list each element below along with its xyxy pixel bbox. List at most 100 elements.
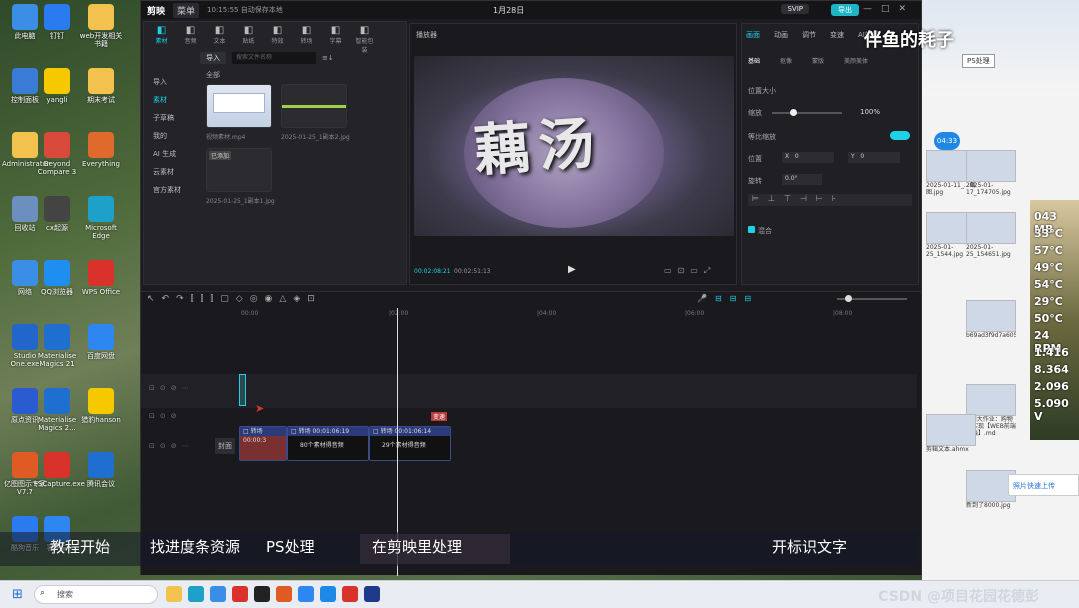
taskbar-app-icon[interactable]: [364, 586, 380, 602]
effects-icon: ◧: [272, 25, 283, 36]
zoom-slider[interactable]: [837, 295, 907, 302]
media-thumb-2[interactable]: [281, 84, 347, 128]
inspector-subtab[interactable]: 抠像: [780, 56, 792, 65]
window-controls[interactable]: —□✕: [863, 4, 915, 14]
windows-start-icon[interactable]: ⊞: [12, 587, 23, 602]
video-preview[interactable]: 藕汤: [414, 56, 734, 236]
desktop-icon[interactable]: 期末考试: [78, 68, 124, 104]
align-controls[interactable]: ⊨⊥⊤⊣⊢⊦: [748, 194, 912, 206]
sidebar-item[interactable]: 素材: [148, 92, 196, 109]
desktop-icon[interactable]: Materialise Magics 21: [34, 324, 80, 368]
rotate-field[interactable]: 0.0°: [782, 174, 822, 185]
sidebar-item[interactable]: 云素材: [148, 164, 196, 181]
timeline-snap-controls[interactable]: 🎤⊟⊟⊟: [697, 294, 759, 303]
import-button[interactable]: 导入: [200, 52, 226, 64]
mix-checkbox[interactable]: [748, 226, 755, 233]
menu-button[interactable]: 菜单: [173, 2, 200, 18]
file-item[interactable]: 2025-01-17_174705.jpg: [966, 150, 1016, 204]
ruler-tick: |02:00: [389, 310, 409, 317]
x-field[interactable]: X 0: [782, 152, 834, 163]
inspector-tab[interactable]: 调节: [802, 30, 816, 40]
sidebar-item[interactable]: 子草稿: [148, 110, 196, 127]
text-clip[interactable]: [239, 374, 246, 406]
export-button[interactable]: 导出: [831, 4, 859, 16]
caption-icon: ◧: [330, 25, 341, 36]
inspector-subtab[interactable]: 基础: [748, 56, 760, 65]
player-title: 播放器: [416, 31, 437, 39]
taskbar-app-icon[interactable]: [254, 586, 270, 602]
track-controls-3[interactable]: ⊡⊙⊘⋯: [149, 442, 194, 450]
desktop-icon[interactable]: FSCapture.exe: [34, 452, 85, 488]
upload-button[interactable]: 照片快速上传: [1008, 474, 1079, 496]
sidebar-item[interactable]: 官方素材: [148, 182, 196, 199]
desktop-icon[interactable]: QQ浏览器: [34, 260, 80, 296]
tab-media[interactable]: ◧ 素材: [150, 25, 173, 54]
taskbar-search[interactable]: 搜索: [34, 585, 158, 604]
search-icon: ⌕: [40, 588, 46, 598]
cloud-icon: [88, 324, 114, 350]
video-clip-3[interactable]: □ 转场 00:01:06:14 29个素材得音频: [369, 426, 451, 461]
inspector-tab[interactable]: 动画: [774, 30, 788, 40]
tab-transition[interactable]: ◧ 转场: [295, 25, 318, 54]
desktop-icon[interactable]: Beyond Compare 3: [34, 132, 80, 176]
file-item[interactable]: 2025-01-25_154651.jpg: [966, 212, 1016, 266]
tab-effects[interactable]: ◧ 特效: [266, 25, 289, 54]
desktop-icon[interactable]: cx起源: [34, 196, 80, 232]
desktop-icon[interactable]: Materialise Magics 2...: [34, 388, 80, 432]
taskbar-app-icon[interactable]: [232, 586, 248, 602]
inspector-subtab[interactable]: 美颜美体: [844, 56, 868, 65]
player-controls[interactable]: ▭⊡▭⤢: [664, 266, 716, 276]
tab-package[interactable]: ◧ 智能包装: [353, 25, 376, 54]
inspector-tab[interactable]: 变速: [830, 30, 844, 40]
scale-value[interactable]: 100%: [860, 108, 880, 116]
track-controls-2[interactable]: ⊡⊙⊘: [149, 412, 182, 420]
folder-icon: [88, 68, 114, 94]
tab-text[interactable]: ◧ 文本: [208, 25, 231, 54]
svip-button[interactable]: SVIP: [781, 4, 809, 14]
cover-button[interactable]: 封面: [215, 438, 235, 454]
desktop-icon[interactable]: 腾讯会议: [78, 452, 124, 488]
taskbar-app-icon[interactable]: [342, 586, 358, 602]
desktop-icon[interactable]: web开发相关书籍: [78, 4, 124, 48]
desktop-icon[interactable]: WPS Office: [78, 260, 124, 296]
sidebar-item[interactable]: 我的: [148, 128, 196, 145]
video-clip-1[interactable]: □ 转场 00:00:3: [239, 426, 287, 461]
tab-caption[interactable]: ◧ 字幕: [324, 25, 347, 54]
sidebar-item[interactable]: 导入: [148, 74, 196, 91]
taskbar-app-icon[interactable]: [210, 586, 226, 602]
uniform-scale-toggle[interactable]: [890, 131, 910, 140]
filter-all[interactable]: 全部: [206, 70, 220, 80]
search-input[interactable]: 搜索文件名称: [232, 52, 316, 64]
edge-icon: [88, 196, 114, 222]
y-field[interactable]: Y 0: [848, 152, 900, 163]
inspector-tab[interactable]: 画面: [746, 30, 760, 40]
inspector-subtab[interactable]: 蒙版: [812, 56, 824, 65]
sort-icon[interactable]: ≡↓: [322, 54, 334, 62]
video-clip-2[interactable]: □ 转场 00:01:06:19 80个素材得音频: [287, 426, 369, 461]
media-sidebar: 导入 素材 子草稿 我的 AI 生成 云素材 官方素材: [148, 74, 196, 200]
desktop-icon[interactable]: 百度网盘: [78, 324, 124, 360]
tab-sticker[interactable]: ◧ 贴纸: [237, 25, 260, 54]
desktop-icon[interactable]: yangli: [34, 68, 80, 104]
media-thumb-1[interactable]: [206, 84, 272, 128]
desktop-icon[interactable]: Microsoft Edge: [78, 196, 124, 240]
timeline-toolbar[interactable]: ↖↶↷⫿⫿⫿▢◇◎◉△◈⊡: [147, 294, 322, 304]
file-item[interactable]: b69ad3f9d7a6059449264296e34349b023bba9d.…: [966, 300, 1016, 354]
taskbar-app-icon[interactable]: [276, 586, 292, 602]
file-item[interactable]: 剪辑文本.ahmx: [926, 414, 976, 468]
play-icon[interactable]: ▶: [568, 264, 576, 275]
desktop-icon[interactable]: 猎豹hanson: [78, 388, 124, 424]
taskbar-app-icon[interactable]: [188, 586, 204, 602]
taskbar-app-icon[interactable]: [166, 586, 182, 602]
scale-slider[interactable]: [772, 109, 842, 116]
position-size-label: 位置大小: [748, 87, 776, 95]
video-editor-window: 剪映 菜单 10:15:55 自动保存本地 1月28日 SVIP 导出 —□✕ …: [140, 0, 922, 576]
tab-audio[interactable]: ◧ 音频: [179, 25, 202, 54]
desktop-icon[interactable]: 钉钉: [34, 4, 80, 40]
media-thumb-3[interactable]: 已添加: [206, 148, 272, 192]
taskbar-app-icon[interactable]: [298, 586, 314, 602]
track-controls-1[interactable]: ⊡⊙⊘⋯: [149, 384, 194, 392]
desktop-icon[interactable]: Everything: [78, 132, 124, 168]
sidebar-item[interactable]: AI 生成: [148, 146, 196, 163]
taskbar-app-icon[interactable]: [320, 586, 336, 602]
